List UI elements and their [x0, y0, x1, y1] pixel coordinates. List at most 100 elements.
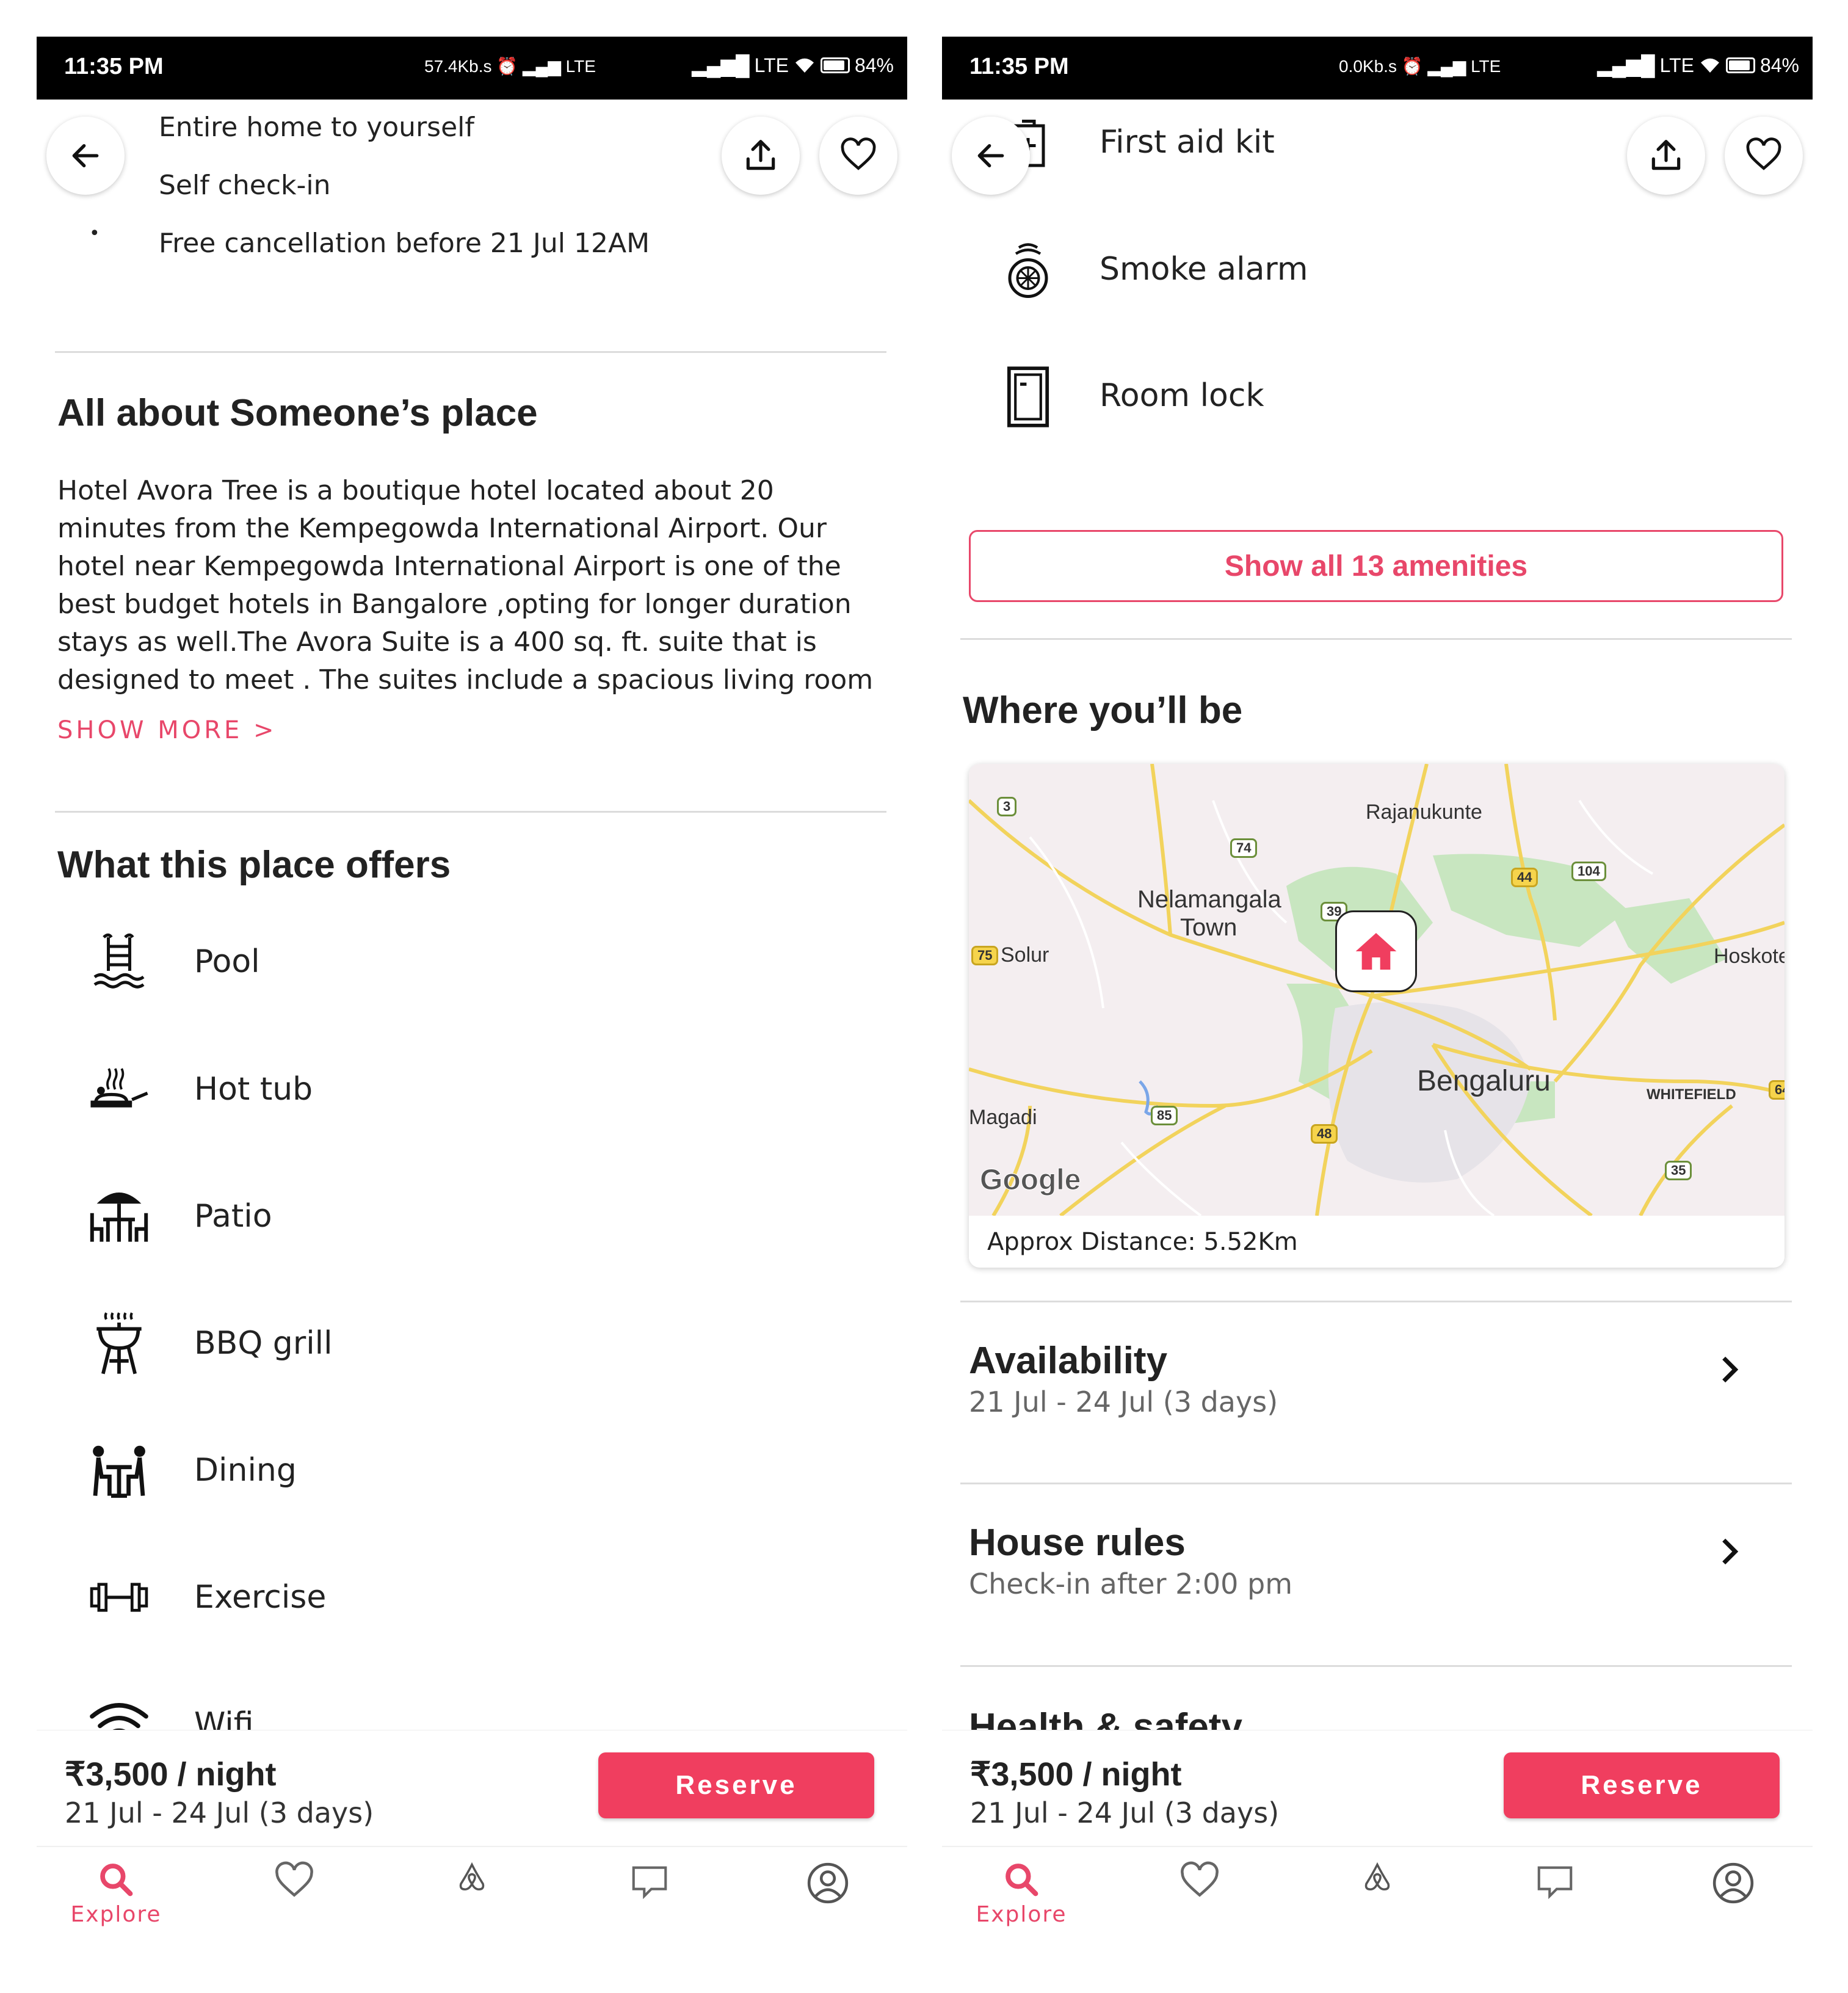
share-icon [1651, 140, 1681, 170]
show-all-amenities-button[interactable]: Show all 13 amenities [969, 530, 1783, 602]
highway-shield: 85 [1151, 1106, 1178, 1125]
heart-icon [1181, 1861, 1219, 1897]
about-line: designed to meet . The suites include a … [57, 664, 874, 695]
battery-icon [1725, 57, 1755, 73]
highway-shield: 3 [997, 797, 1017, 816]
map-place-label: Bengaluru [1417, 1065, 1551, 1097]
listing-content[interactable]: First aid kit Smoke alarm Room lock Show… [942, 100, 1813, 1730]
about-line: stays as well.The Avora Suite is a 400 s… [57, 626, 817, 658]
profile-icon [807, 1862, 849, 1904]
where-title: Where you’ll be [963, 689, 1243, 731]
listing-content[interactable]: Entire home to yourself Self check-in • … [37, 100, 907, 1730]
highway-shield: 35 [1665, 1161, 1692, 1180]
nav-inbox[interactable] [1506, 1860, 1604, 1903]
divider [55, 351, 886, 353]
booking-bar: ₹3,500 / night 21 Jul - 24 Jul (3 days) … [942, 1730, 1813, 1846]
offers-title: What this place offers [57, 844, 451, 886]
nav-wishlists[interactable] [245, 1860, 343, 1902]
bottom-navigation: Explore [37, 1846, 907, 1978]
divider [960, 1483, 1792, 1484]
signal-icon: ▂▄▆█ [1597, 54, 1655, 76]
amenity-label: Room lock [1100, 377, 1264, 414]
search-icon [1006, 1864, 1038, 1897]
divider [960, 638, 1792, 640]
patio-icon [85, 1183, 153, 1250]
arrow-left-icon [72, 143, 99, 168]
availability-dates: 21 Jul - 24 Jul (3 days) [969, 1385, 1278, 1418]
divider [55, 811, 886, 813]
availability-title: Availability [969, 1340, 1168, 1382]
exercise-icon [85, 1564, 153, 1631]
bullet-dot: • [89, 223, 100, 244]
booking-bar: ₹3,500 / night 21 Jul - 24 Jul (3 days) … [37, 1730, 907, 1846]
nav-explore[interactable]: Explore [67, 1860, 165, 1927]
reserve-button[interactable]: Reserve [1504, 1752, 1780, 1818]
location-map-card[interactable]: 3 74 44 104 39 75 85 48 35 64 Rajanukunt… [969, 764, 1785, 1268]
hot-tub-icon [85, 1056, 153, 1123]
nav-profile[interactable] [779, 1860, 877, 1906]
amenity-label: Exercise [194, 1579, 327, 1616]
back-button[interactable] [46, 117, 125, 195]
nav-explore-label: Explore [976, 1902, 1067, 1927]
map-place-label: Rajanukunte [1366, 800, 1482, 824]
wifi-icon [85, 1691, 153, 1730]
back-button[interactable] [952, 117, 1030, 195]
map-place-label: Hoskote [1714, 945, 1785, 968]
share-button[interactable] [722, 117, 800, 195]
highway-shield: 64 [1769, 1080, 1785, 1100]
share-button[interactable] [1627, 117, 1705, 195]
battery-icon [820, 57, 850, 73]
chevron-right-icon [1722, 1356, 1739, 1383]
listing-location-marker[interactable] [1335, 910, 1417, 992]
house-rules-checkin: Check-in after 2:00 pm [969, 1567, 1293, 1600]
airbnb-logo-icon [459, 1862, 485, 1891]
amenity-label: BBQ grill [194, 1325, 333, 1362]
amenity-label: Smoke alarm [1100, 251, 1308, 288]
nav-inbox[interactable] [601, 1860, 698, 1903]
divider [960, 1301, 1792, 1302]
favorite-button[interactable] [1725, 117, 1803, 195]
chevron-right-icon [1722, 1538, 1739, 1565]
search-icon [100, 1864, 133, 1897]
highlight-free-cancellation: Free cancellation before 21 Jul 12AM [159, 228, 650, 259]
smoke-alarm-icon [995, 237, 1062, 304]
price-per-night: ₹3,500 / night [65, 1756, 277, 1793]
amenity-label: Pool [194, 943, 260, 980]
reserve-button[interactable]: Reserve [598, 1752, 874, 1818]
status-time: 11:35 PM [969, 54, 1069, 79]
about-line: best budget hotels in Bangalore ,opting … [57, 589, 852, 620]
booking-dates: 21 Jul - 24 Jul (3 days) [970, 1796, 1280, 1829]
nav-explore[interactable]: Explore [973, 1860, 1070, 1927]
nav-profile[interactable] [1684, 1860, 1782, 1906]
nav-wishlists[interactable] [1151, 1860, 1248, 1902]
nav-trips[interactable] [1328, 1860, 1426, 1893]
map-footer: Approx Distance: 5.52Km [969, 1216, 1785, 1268]
highlight-self-checkin: Self check-in [159, 170, 331, 201]
nav-explore-label: Explore [70, 1902, 162, 1927]
amenity-label: Hot tub [194, 1071, 313, 1108]
map-place-label: Town [1180, 914, 1237, 941]
phone-screen-left: 11:35 PM 57.4Kb.s ⏰ ▂▄▆ LTE ▂▄▆█ LTE 84%… [37, 37, 907, 1978]
about-line: hotel near Kempegowda International Airp… [57, 551, 841, 582]
message-icon [632, 1866, 667, 1900]
dining-icon [85, 1437, 153, 1504]
amenity-label: First aid kit [1100, 124, 1275, 161]
map-place-label: WHITEFIELD [1647, 1086, 1736, 1103]
google-attribution: Google [979, 1164, 1081, 1197]
show-more-link[interactable]: SHOW MORE > [57, 716, 277, 744]
room-lock-icon [995, 363, 1062, 430]
bottom-navigation: Explore [942, 1846, 1813, 1978]
home-icon [1355, 933, 1397, 970]
about-line: minutes from the Kempegowda Internationa… [57, 513, 827, 544]
amenity-label: Dining [194, 1452, 297, 1489]
amenity-label: Patio [194, 1198, 272, 1235]
map-place-label: Nelamangala [1137, 886, 1281, 913]
heart-icon [1746, 137, 1781, 170]
health-safety-title: Health & safety [969, 1706, 1242, 1730]
highlight-entire-home: Entire home to yourself [159, 112, 474, 143]
favorite-button[interactable] [819, 117, 897, 195]
wifi-status-icon [1700, 58, 1719, 73]
highway-shield: 48 [1311, 1124, 1338, 1144]
status-right-icons: ▂▄▆█ LTE 84% [692, 54, 894, 77]
nav-trips[interactable] [423, 1860, 521, 1893]
